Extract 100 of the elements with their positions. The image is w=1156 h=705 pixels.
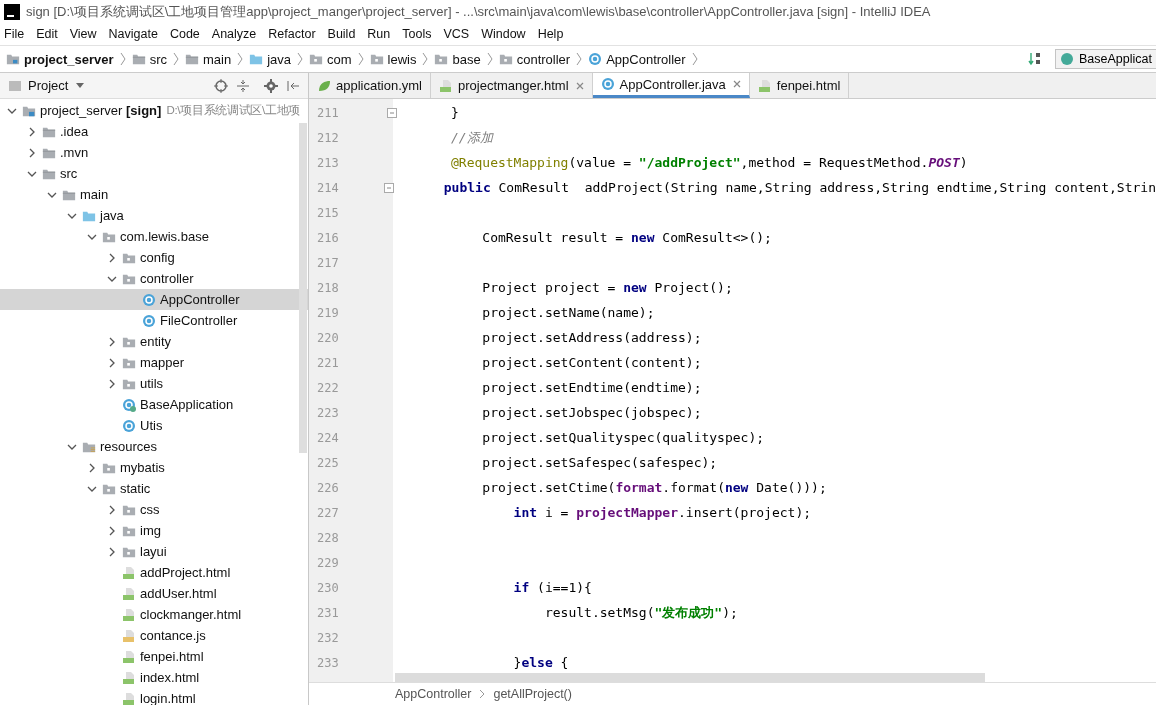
menu-item[interactable]: Help: [537, 27, 564, 41]
menu-item[interactable]: Refactor: [268, 27, 316, 41]
tree-item[interactable]: utils: [0, 373, 308, 394]
menu-item[interactable]: Navigate: [108, 27, 158, 41]
tree-item[interactable]: mybatis: [0, 457, 308, 478]
menu-item[interactable]: Run: [367, 27, 391, 41]
menu-item[interactable]: Edit: [36, 27, 58, 41]
chevron-icon: [479, 689, 486, 699]
tree-item[interactable]: com.lewis.base: [0, 226, 308, 247]
breadcrumb-item[interactable]: src: [149, 51, 167, 67]
tree-item-label: com.lewis.base: [120, 229, 209, 244]
run-configuration-button[interactable]: BaseApplicat: [1055, 49, 1156, 69]
editor-tab[interactable]: application.yml: [309, 73, 431, 98]
tree-item-label: java: [100, 208, 124, 223]
code-line: int i = projectMapper.insert(project);: [512, 505, 812, 520]
editor-tab[interactable]: fenpei.html: [749, 73, 850, 98]
scrollbar[interactable]: [299, 123, 307, 453]
project-path: D:\项目系统调试区\工地项: [166, 103, 301, 118]
tree-item-label: clockmanger.html: [140, 607, 242, 622]
line-number: 232: [316, 630, 340, 645]
tree-item[interactable]: main: [0, 184, 308, 205]
close-icon[interactable]: [575, 81, 584, 90]
code-line: }: [451, 105, 459, 120]
menu-item[interactable]: Window: [481, 27, 526, 41]
tree-item[interactable]: clockmanger.html: [0, 604, 308, 625]
tab-label: projectmanger.html: [458, 78, 569, 93]
breadcrumb-item[interactable]: AppController: [395, 687, 472, 701]
tree-item[interactable]: index.html: [0, 667, 308, 688]
class-icon: [122, 397, 136, 412]
menu-item[interactable]: VCS: [443, 27, 470, 41]
scrollbar[interactable]: [395, 673, 985, 682]
hide-panel-icon[interactable]: [286, 78, 300, 93]
breadcrumb-item[interactable]: lewis: [387, 51, 417, 67]
breadcrumb-item[interactable]: getAllProject(): [493, 687, 572, 701]
breadcrumb-item[interactable]: AppController: [606, 51, 686, 67]
editor-tab[interactable]: projectmanger.html: [431, 73, 593, 98]
tree-item-label: project_server [sign]: [40, 103, 162, 118]
menu-item[interactable]: View: [69, 27, 97, 41]
panel-title-dropdown[interactable]: Project: [28, 78, 69, 93]
tree-item[interactable]: layui: [0, 541, 308, 562]
tree-item[interactable]: java: [0, 205, 308, 226]
tree-item[interactable]: .idea: [0, 121, 308, 142]
tree-item[interactable]: fenpei.html: [0, 646, 308, 667]
class-icon: [142, 313, 156, 328]
code-line: project.setSafespec(safespec);: [481, 455, 718, 470]
tree-item[interactable]: mapper: [0, 352, 308, 373]
settings-icon[interactable]: [264, 78, 278, 93]
tree-item[interactable]: config: [0, 247, 308, 268]
tree-item[interactable]: addUser.html: [0, 583, 308, 604]
menu-item[interactable]: File: [4, 27, 25, 41]
breadcrumb-item[interactable]: com: [327, 51, 352, 67]
collapse-icon[interactable]: [236, 78, 250, 93]
caret-icon[interactable]: [76, 82, 85, 89]
html-file-icon: [122, 607, 136, 622]
line-number: 226: [316, 480, 340, 495]
line-number: 228: [316, 530, 340, 545]
class-icon: [600, 77, 615, 91]
editor-tab[interactable]: AppController.java: [592, 73, 750, 98]
tree-item[interactable]: resources: [0, 436, 308, 457]
code-line: project.setEndtime(endtime);: [481, 380, 702, 395]
tree-item[interactable]: static: [0, 478, 308, 499]
tree-item-label: layui: [140, 544, 167, 559]
close-icon[interactable]: [732, 80, 741, 88]
target-icon[interactable]: [214, 78, 228, 93]
breadcrumb-item[interactable]: java: [267, 51, 291, 67]
tree-item[interactable]: BaseApplication: [0, 394, 308, 415]
tree-item[interactable]: addProject.html: [0, 562, 308, 583]
tree-item[interactable]: Utis: [0, 415, 308, 436]
breadcrumb-item[interactable]: base: [452, 51, 481, 67]
breadcrumb-item[interactable]: project_server: [24, 51, 114, 67]
tree-item[interactable]: AppController: [0, 289, 308, 310]
tree-item[interactable]: FileController: [0, 310, 308, 331]
code-line: project.setJobspec(jobspec);: [481, 405, 702, 420]
folder-icon: [249, 52, 264, 66]
html-file-icon: [122, 565, 136, 580]
tree-item[interactable]: project_server [sign] D:\项目系统调试区\工地项: [0, 100, 308, 121]
tree-item[interactable]: login.html: [0, 688, 308, 705]
menu-item[interactable]: Build: [327, 27, 356, 41]
chevron-icon: [119, 51, 126, 67]
tree-item[interactable]: img: [0, 520, 308, 541]
menu-item[interactable]: Analyze: [211, 27, 257, 41]
chevron-icon: [576, 51, 583, 67]
tree-item[interactable]: css: [0, 499, 308, 520]
chevron-icon: [297, 51, 303, 67]
leaf-icon: [317, 78, 331, 93]
tree-item-label: main: [80, 187, 109, 202]
html-file-icon: [122, 586, 136, 601]
tree-item[interactable]: entity: [0, 331, 308, 352]
code-line: if (i==1){: [512, 580, 592, 595]
breadcrumb-item[interactable]: main: [202, 51, 232, 67]
menu-item[interactable]: Code: [169, 27, 200, 41]
tree-item[interactable]: contance.js: [0, 625, 308, 646]
tree-item[interactable]: controller: [0, 268, 308, 289]
menu-item[interactable]: Tools: [402, 27, 432, 41]
breadcrumb-item[interactable]: controller: [516, 51, 571, 67]
tree-item-label: mapper: [140, 355, 185, 370]
sort-icon[interactable]: [1028, 52, 1043, 66]
code-line: }else {: [512, 655, 569, 670]
tree-item[interactable]: src: [0, 163, 308, 184]
tree-item[interactable]: .mvn: [0, 142, 308, 163]
